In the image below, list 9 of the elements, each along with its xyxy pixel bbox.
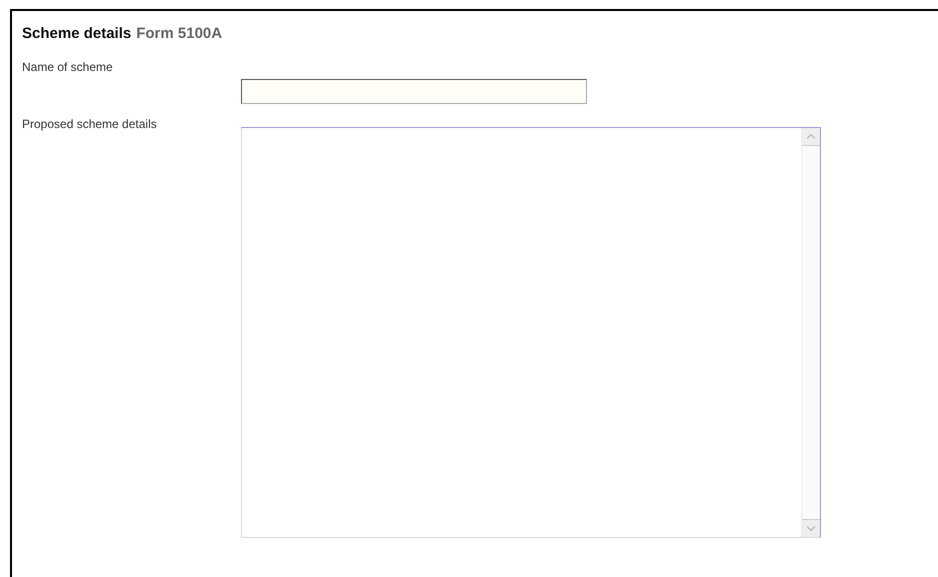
scroll-down-icon[interactable]: [802, 518, 820, 536]
field-label: Name of scheme: [22, 60, 113, 76]
section-title: Scheme details: [22, 24, 132, 44]
text-area[interactable]: [241, 126, 821, 538]
scroll-up-icon[interactable]: [802, 128, 820, 146]
input-field[interactable]: [241, 78, 587, 104]
form-number: Form 5100A: [136, 24, 222, 44]
scrollbar[interactable]: [801, 128, 820, 536]
field-label: Proposed scheme details: [22, 116, 157, 132]
